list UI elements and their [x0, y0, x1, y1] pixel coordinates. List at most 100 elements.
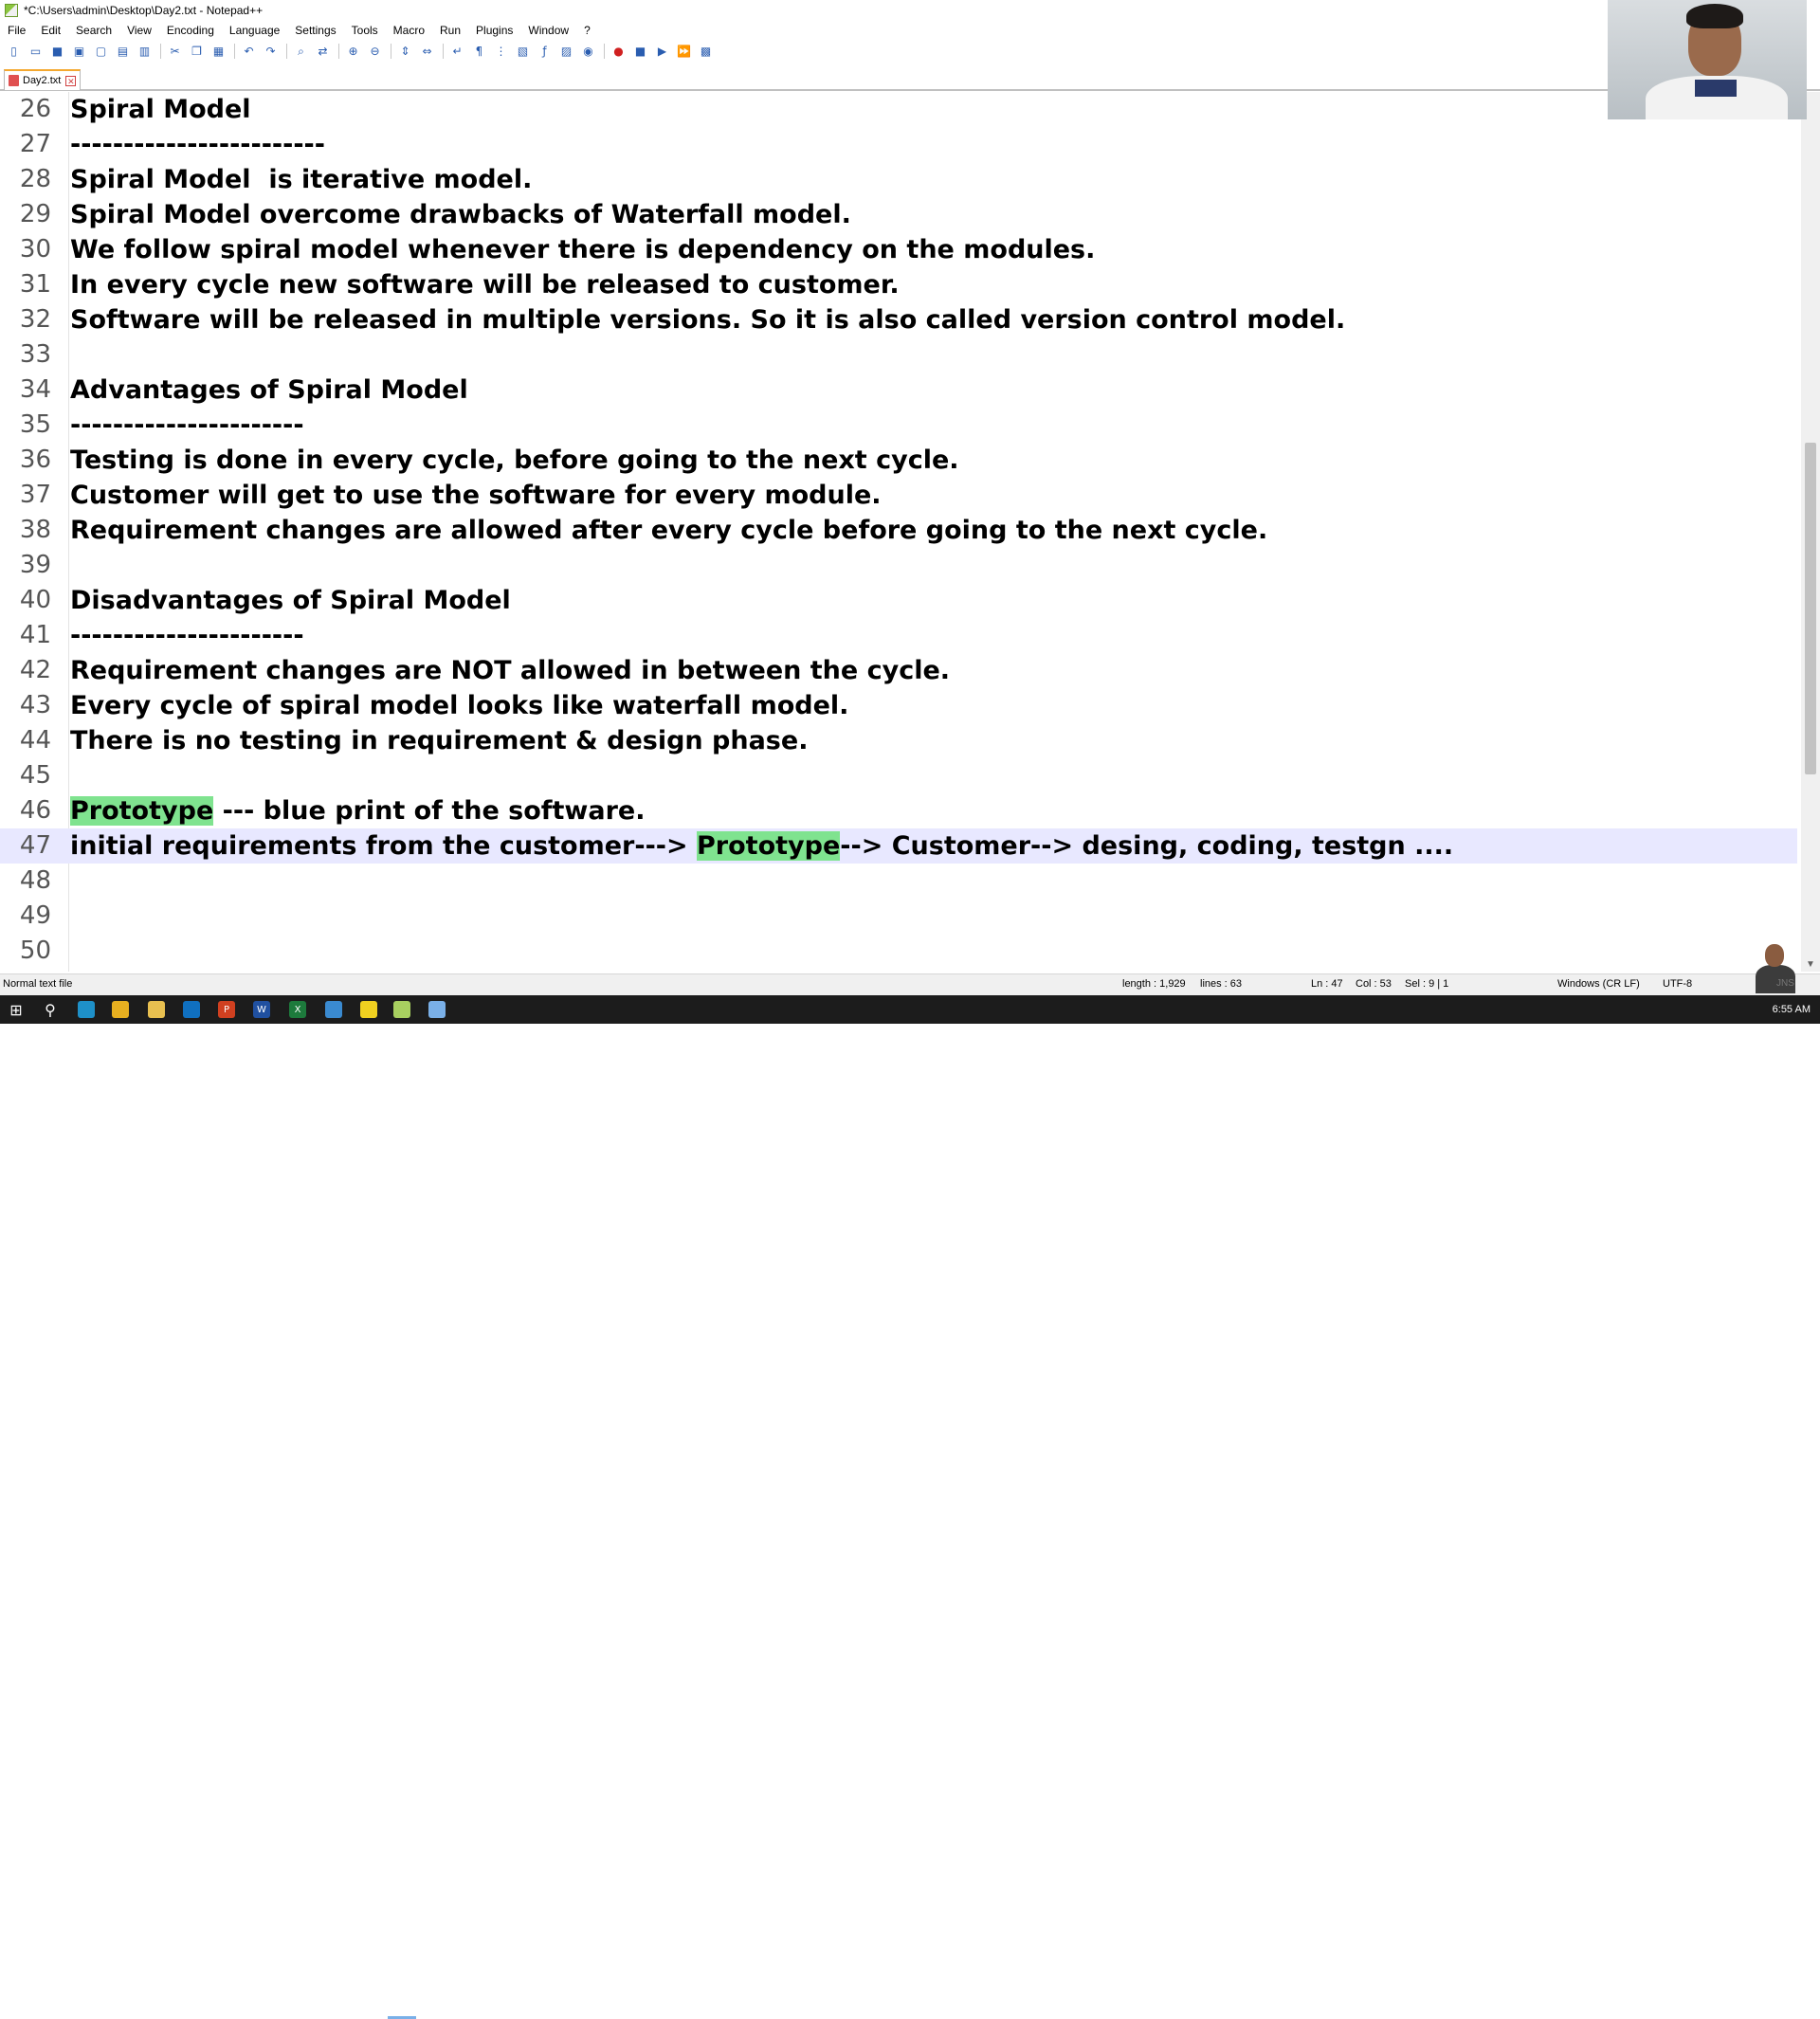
doc-map-icon[interactable]: ▧: [515, 44, 531, 60]
editor-line[interactable]: 37 Customer will get to use the software …: [0, 478, 1797, 513]
editor-line[interactable]: 28 Spiral Model is iterative model.: [0, 162, 1797, 197]
menu-window[interactable]: Window: [520, 24, 576, 37]
taskbar-webex-icon[interactable]: [325, 1001, 342, 1018]
menu-macro[interactable]: Macro: [386, 24, 432, 37]
line-number: 34: [19, 375, 51, 404]
replace-icon[interactable]: ⇄: [315, 44, 331, 60]
copy-icon[interactable]: ❐: [189, 44, 205, 60]
menu-search[interactable]: Search: [68, 24, 119, 37]
save-macro-icon[interactable]: ▩: [698, 44, 714, 60]
editor-line[interactable]: 35 ----------------------: [0, 408, 1797, 443]
tab-close-icon[interactable]: ✕: [65, 75, 77, 86]
stop-record-icon[interactable]: ■: [632, 44, 648, 60]
show-all-chars-icon[interactable]: ¶: [471, 44, 487, 60]
status-encoding[interactable]: UTF-8: [1663, 978, 1692, 990]
editor-line[interactable]: 31 In every cycle new software will be re…: [0, 267, 1797, 302]
editor-line[interactable]: 26 Spiral Model: [0, 92, 1797, 127]
taskbar-search-icon[interactable]: ⚲: [42, 1001, 59, 1019]
editor-line[interactable]: 30 We follow spiral model whenever there …: [0, 232, 1797, 267]
save-icon[interactable]: ■: [49, 44, 65, 60]
close-icon[interactable]: ▢: [93, 44, 109, 60]
zoom-out-icon[interactable]: ⊖: [367, 44, 383, 60]
scrollbar-thumb[interactable]: [1805, 443, 1816, 774]
editor-line[interactable]: 38 Requirement changes are allowed after …: [0, 513, 1797, 548]
playback-icon[interactable]: ▶: [654, 44, 670, 60]
new-file-icon[interactable]: ▯: [6, 44, 22, 60]
folder-workspace-icon[interactable]: ▨: [558, 44, 574, 60]
word-wrap-icon[interactable]: ↵: [449, 44, 465, 60]
editor-line[interactable]: 36 Testing is done in every cycle, before…: [0, 443, 1797, 478]
editor-line[interactable]: 39: [0, 548, 1797, 583]
menu-settings[interactable]: Settings: [287, 24, 343, 37]
menu-tools[interactable]: Tools: [344, 24, 386, 37]
toolbar-separator: [160, 44, 161, 59]
sync-horizontal-icon[interactable]: ⇔: [419, 44, 435, 60]
menu-file[interactable]: File: [0, 24, 33, 37]
run-macro-multiple-icon[interactable]: ⏩: [676, 44, 692, 60]
tab-day2[interactable]: Day2.txt ✕: [4, 69, 82, 90]
editor-line[interactable]: 43 Every cycle of spiral model looks like…: [0, 688, 1797, 723]
find-icon[interactable]: ⌕: [293, 44, 309, 60]
open-file-icon[interactable]: ▭: [27, 44, 44, 60]
editor-line[interactable]: 42 Requirement changes are NOT allowed in…: [0, 653, 1797, 688]
editor-line[interactable]: 27 ------------------------: [0, 127, 1797, 162]
status-eol[interactable]: Windows (CR LF): [1557, 978, 1640, 990]
editor-line[interactable]: 32 Software will be released in multiple …: [0, 302, 1797, 337]
editor-line[interactable]: 41 ----------------------: [0, 618, 1797, 653]
undo-icon[interactable]: ↶: [241, 44, 257, 60]
zoom-in-icon[interactable]: ⊕: [345, 44, 361, 60]
function-list-icon[interactable]: ƒ: [537, 44, 553, 60]
editor-line[interactable]: 46 Prototype --- blue print of the softwa…: [0, 793, 1797, 828]
window-title: *C:\Users\admin\Desktop\Day2.txt - Notep…: [24, 4, 264, 17]
taskbar-chrome-icon[interactable]: [112, 1001, 129, 1018]
taskbar-edge-icon[interactable]: [78, 1001, 95, 1018]
editor-line[interactable]: 29 Spiral Model overcome drawbacks of Wat…: [0, 197, 1797, 232]
line-text: ------------------------: [70, 130, 325, 159]
menu-language[interactable]: Language: [222, 24, 287, 37]
line-number: 47: [19, 831, 51, 860]
redo-icon[interactable]: ↷: [263, 44, 279, 60]
editor-line[interactable]: 49: [0, 899, 1797, 934]
monitoring-icon[interactable]: ◉: [580, 44, 596, 60]
taskbar-word-icon[interactable]: W: [253, 1001, 270, 1018]
toolbar: ▯ ▭ ■ ▣ ▢ ▤ ▥ ✂ ❐ ▦ ↶ ↷ ⌕ ⇄ ⊕ ⊖ ⇕ ⇔ ↵ ¶ ⋮ ▧ ƒ ▨ ◉ ● ■ ▶ ⏩ ▩: [0, 41, 1820, 62]
paste-icon[interactable]: ▦: [210, 44, 227, 60]
taskbar-file-explorer-icon[interactable]: [148, 1001, 165, 1018]
line-text: Spiral Model: [70, 95, 251, 124]
taskbar-sticky-notes-icon[interactable]: [360, 1001, 377, 1018]
text-editor[interactable]: 26 Spiral Model 27 ------------------------…: [0, 92, 1805, 972]
save-all-icon[interactable]: ▣: [71, 44, 87, 60]
taskbar-notepad-icon[interactable]: [428, 1001, 446, 1018]
menu-view[interactable]: View: [119, 24, 159, 37]
taskbar-excel-icon[interactable]: X: [289, 1001, 306, 1018]
notepad-plus-plus-app-icon: [5, 4, 18, 17]
menu-plugins[interactable]: Plugins: [468, 24, 520, 37]
taskbar-windows-start-icon[interactable]: ⊞: [8, 1001, 25, 1019]
editor-line[interactable]: 47 initial requirements from the customer…: [0, 828, 1797, 864]
vertical-scrollbar[interactable]: ▼: [1801, 92, 1820, 972]
menu-edit[interactable]: Edit: [33, 24, 68, 37]
editor-line[interactable]: 48: [0, 864, 1797, 899]
cut-icon[interactable]: ✂: [167, 44, 183, 60]
taskbar-powerpoint-icon[interactable]: P: [218, 1001, 235, 1018]
line-number: 42: [19, 656, 51, 684]
menu-run[interactable]: Run: [432, 24, 468, 37]
sync-vertical-icon[interactable]: ⇕: [397, 44, 413, 60]
print-icon[interactable]: ▥: [136, 44, 153, 60]
editor-line[interactable]: 50: [0, 934, 1797, 969]
close-all-icon[interactable]: ▤: [115, 44, 131, 60]
editor-line[interactable]: 33: [0, 337, 1797, 373]
taskbar-notepad-plus-plus-icon[interactable]: [393, 1001, 410, 1018]
record-macro-icon[interactable]: ●: [610, 44, 627, 60]
editor-line[interactable]: 40 Disadvantages of Spiral Model: [0, 583, 1797, 618]
editor-line[interactable]: 34 Advantages of Spiral Model: [0, 373, 1797, 408]
scroll-down-icon[interactable]: ▼: [1801, 959, 1820, 970]
indent-guide-icon[interactable]: ⋮: [493, 44, 509, 60]
taskbar-outlook-icon[interactable]: [183, 1001, 200, 1018]
editor-line[interactable]: 44 There is no testing in requirement & d…: [0, 723, 1797, 758]
line-number: 26: [19, 95, 51, 123]
menu-encoding[interactable]: Encoding: [159, 24, 222, 37]
menu-help[interactable]: ?: [576, 24, 598, 37]
editor-line[interactable]: 45: [0, 758, 1797, 793]
taskbar-clock[interactable]: 6:55 AM: [1773, 1004, 1811, 1015]
